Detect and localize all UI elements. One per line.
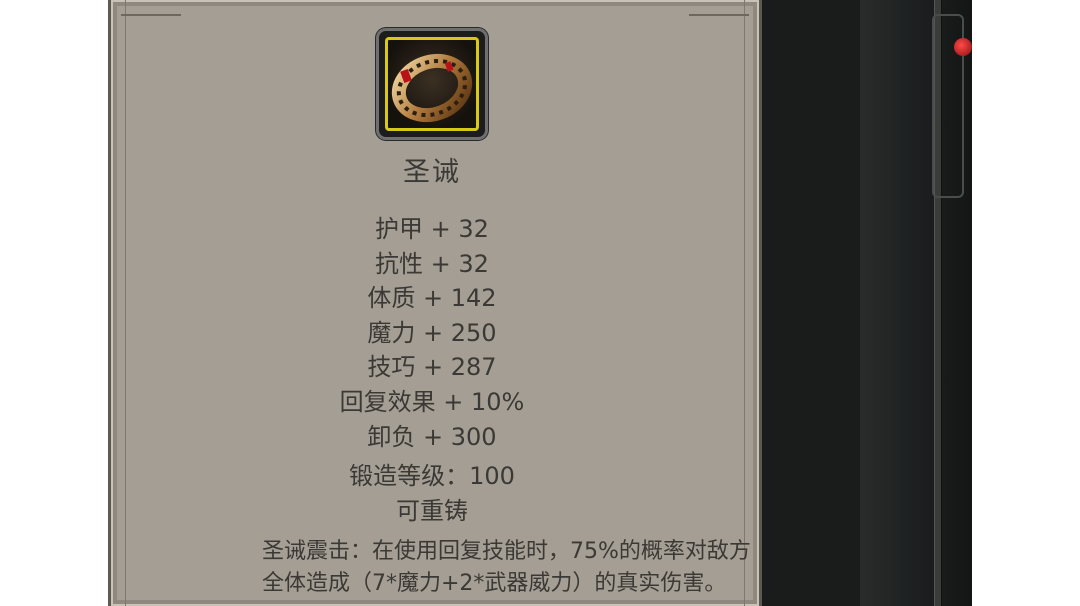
corner-ornament-right [689, 0, 749, 16]
stat-line: 魔力 + 250 [367, 318, 497, 347]
stat-line: 护甲 + 32 [375, 215, 489, 243]
stat-line: 技巧 + 287 [367, 353, 497, 382]
skill-description: 圣诫震击：在使用回复技能时，75%的概率对敌方 全体造成（7*魔力+2*武器威力… [262, 536, 842, 600]
stat-line: 回复效果 + 10% [339, 387, 525, 416]
stat-line: 体质 + 142 [367, 284, 497, 313]
recast-label: 可重铸 [396, 497, 468, 525]
ring-icon [385, 37, 479, 131]
stat-line: 抗性 + 32 [375, 249, 489, 278]
forge-level: 锻造等级：100 [349, 462, 515, 490]
corner-ornament-left [121, 0, 181, 16]
stat-line: 卸负 + 300 [367, 422, 497, 451]
item-icon-slot[interactable] [376, 28, 488, 140]
notification-dot-icon [954, 38, 972, 56]
item-stats-list: 护甲 + 32 抗性 + 32 体质 + 142 魔力 + 250 技巧 + 2… [108, 212, 756, 454]
skill-line-1: 圣诫震击：在使用回复技能时，75%的概率对敌方 [262, 539, 751, 564]
skill-line-2: 全体造成（7*魔力+2*武器威力）的真实伤害。 [262, 571, 727, 596]
background-right [860, 0, 972, 606]
item-name: 圣诫 [403, 157, 461, 188]
